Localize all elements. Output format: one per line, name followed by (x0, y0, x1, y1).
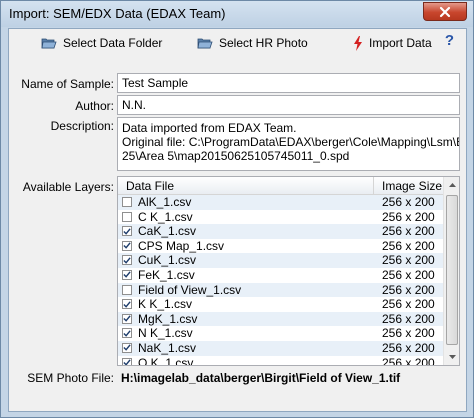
image-size-cell: 256 x 200 (382, 238, 435, 253)
description-line: 25\Area 5\map20150625105745011_0.spd (122, 149, 350, 163)
lightning-icon (354, 35, 362, 51)
layers-grid: Data File Image Size AlK_1.csv 256 x 200 C… (117, 176, 460, 366)
close-button[interactable] (423, 2, 467, 21)
select-hr-photo-button[interactable]: Select HR Photo (197, 34, 308, 52)
image-size-cell: 256 x 200 (382, 297, 435, 312)
toolbar: Select Data Folder Select HR Photo Impor… (9, 29, 466, 57)
layer-checkbox[interactable] (122, 197, 132, 207)
image-size-cell: 256 x 200 (382, 355, 435, 366)
layer-checkbox[interactable] (122, 255, 132, 266)
scroll-up-button[interactable] (444, 177, 459, 193)
layer-checkbox[interactable] (122, 313, 132, 324)
chevron-up-icon (448, 183, 456, 187)
import-data-label: Import Data (369, 36, 432, 50)
table-row[interactable]: N K_1.csv 256 x 200 (118, 326, 443, 341)
import-dialog: Import: SEM/EDX Data (EDAX Team) Select … (0, 0, 474, 418)
folder-icon (41, 38, 57, 49)
import-data-button[interactable]: Import Data (353, 34, 432, 52)
layer-checkbox[interactable] (122, 342, 132, 353)
table-row[interactable]: CuK_1.csv 256 x 200 (118, 253, 443, 268)
checkmark-icon (123, 359, 131, 365)
scroll-down-button[interactable] (444, 349, 459, 365)
description-line: Original file: C:\ProgramData\EDAX\berge… (122, 135, 459, 149)
layer-checkbox[interactable] (122, 269, 132, 280)
data-file-cell: O K_1.csv (138, 355, 194, 366)
checkmark-icon (123, 330, 131, 337)
description-label: Description: (50, 119, 114, 133)
table-row[interactable]: K K_1.csv 256 x 200 (118, 297, 443, 312)
image-size-cell: 256 x 200 (382, 195, 435, 209)
column-header-data-file[interactable]: Data File (126, 179, 174, 193)
layer-checkbox[interactable] (122, 284, 132, 295)
window-title: Import: SEM/EDX Data (EDAX Team) (9, 6, 226, 21)
chevron-down-icon (448, 355, 456, 359)
close-icon (439, 6, 451, 17)
sample-name-label: Name of Sample: (21, 77, 114, 91)
dialog-body: Select Data Folder Select HR Photo Impor… (8, 28, 467, 412)
available-layers-label: Available Layers: (22, 180, 114, 194)
column-header-image-size[interactable]: Image Size (382, 179, 442, 193)
checkmark-icon (123, 301, 131, 308)
layer-checkbox[interactable] (122, 299, 132, 310)
checkmark-icon (123, 257, 131, 264)
layer-rows: AlK_1.csv 256 x 200 C K_1.csv 256 x 200 CaK_… (118, 195, 443, 366)
author-label: Author: (75, 99, 114, 113)
table-row[interactable]: O K_1.csv 256 x 200 (118, 355, 443, 366)
layer-checkbox[interactable] (122, 240, 132, 251)
data-file-cell: N K_1.csv (138, 326, 193, 341)
image-size-cell: 256 x 200 (382, 267, 435, 282)
data-file-cell: MgK_1.csv (138, 311, 198, 326)
table-row[interactable]: CPS Map_1.csv 256 x 200 (118, 239, 443, 254)
help-button[interactable]: ? (445, 32, 454, 49)
layer-checkbox[interactable] (122, 211, 132, 222)
title-bar[interactable]: Import: SEM/EDX Data (EDAX Team) (1, 1, 473, 27)
table-row[interactable]: FeK_1.csv 256 x 200 (118, 268, 443, 283)
layer-checkbox[interactable] (122, 226, 132, 237)
description-textarea[interactable]: Data imported from EDAX Team. Original f… (117, 117, 460, 171)
image-size-cell: 256 x 200 (382, 326, 435, 341)
folder-icon (197, 38, 213, 49)
vertical-scrollbar[interactable] (443, 177, 459, 365)
sem-photo-file-path: H:\imagelab_data\berger\Birgit\Field of … (121, 371, 401, 385)
image-size-cell: 256 x 200 (382, 311, 435, 326)
data-file-cell: FeK_1.csv (138, 267, 195, 282)
checkmark-icon (123, 228, 131, 235)
author-input[interactable] (117, 95, 460, 115)
checkmark-icon (123, 271, 131, 279)
data-file-cell: NaK_1.csv (138, 340, 197, 355)
select-data-folder-label: Select Data Folder (63, 36, 163, 50)
select-data-folder-button[interactable]: Select Data Folder (41, 34, 162, 52)
data-file-cell: C K_1.csv (138, 209, 193, 224)
checkmark-icon (123, 344, 131, 352)
checkmark-icon (123, 315, 131, 323)
image-size-cell: 256 x 200 (382, 209, 435, 224)
table-row[interactable]: AlK_1.csv 256 x 200 (118, 195, 443, 210)
select-hr-photo-label: Select HR Photo (219, 36, 308, 50)
image-size-cell: 256 x 200 (382, 282, 435, 297)
image-size-cell: 256 x 200 (382, 253, 435, 268)
grid-header: Data File Image Size (118, 177, 443, 195)
data-file-cell: K K_1.csv (138, 297, 193, 312)
table-row[interactable]: MgK_1.csv 256 x 200 (118, 311, 443, 327)
sem-photo-file-label: SEM Photo File: (27, 371, 114, 385)
layer-checkbox[interactable] (122, 328, 132, 339)
scrollbar-thumb[interactable] (446, 195, 458, 345)
column-divider[interactable] (373, 177, 374, 195)
data-file-cell: AlK_1.csv (138, 195, 192, 209)
table-row[interactable]: CaK_1.csv 256 x 200 (118, 224, 443, 239)
image-size-cell: 256 x 200 (382, 340, 435, 355)
data-file-cell: CuK_1.csv (138, 253, 197, 268)
image-size-cell: 256 x 200 (382, 224, 435, 239)
data-file-cell: CaK_1.csv (138, 224, 197, 239)
table-row[interactable]: Field of View_1.csv 256 x 200 (118, 282, 443, 298)
data-file-cell: Field of View_1.csv (138, 282, 242, 297)
data-file-cell: CPS Map_1.csv (138, 238, 225, 253)
table-row[interactable]: C K_1.csv 256 x 200 (118, 210, 443, 225)
description-line: Data imported from EDAX Team. (122, 121, 297, 135)
sample-name-input[interactable] (117, 73, 460, 93)
checkmark-icon (123, 242, 131, 250)
table-row[interactable]: NaK_1.csv 256 x 200 (118, 340, 443, 356)
layer-checkbox[interactable] (122, 357, 132, 365)
